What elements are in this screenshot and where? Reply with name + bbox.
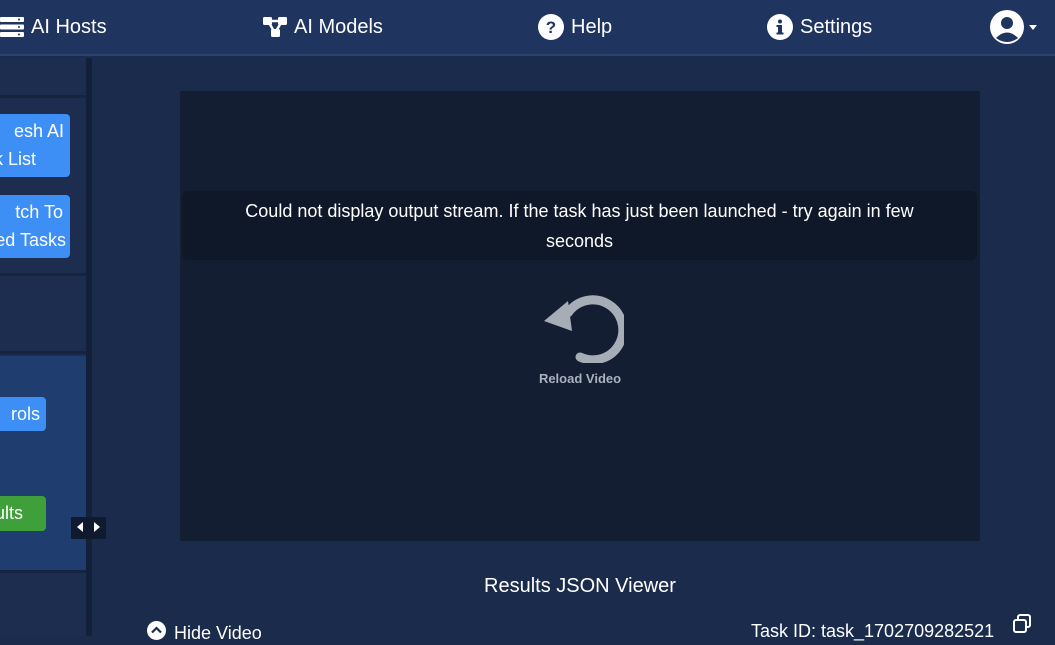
controls-button[interactable]: rols — [0, 397, 46, 431]
reload-icon — [538, 291, 628, 368]
user-menu[interactable] — [990, 0, 1038, 54]
switch-tasks-button[interactable]: tch To ed Tasks — [0, 195, 70, 258]
svg-text:?: ? — [546, 18, 556, 37]
nav-help[interactable]: ? Help — [538, 0, 612, 54]
results-button-label: ults — [0, 503, 23, 523]
chevron-up-circle-icon — [147, 621, 166, 645]
nav-settings[interactable]: Settings — [767, 0, 872, 54]
user-avatar-icon — [990, 10, 1024, 44]
panel-divider — [86, 58, 92, 636]
hide-video-label: Hide Video — [174, 622, 262, 643]
video-output-panel: Could not display output stream. If the … — [180, 91, 980, 541]
reload-video-label: Reload Video — [538, 371, 622, 386]
arrow-right-icon — [93, 519, 101, 537]
nav-ai-hosts[interactable]: AI Hosts — [0, 0, 107, 54]
switch-button-line2: ed Tasks — [0, 230, 66, 250]
network-icon — [263, 16, 287, 38]
nav-ai-models-label: AI Models — [294, 15, 383, 38]
sidebar-separator — [0, 570, 86, 573]
info-circle-icon — [767, 14, 793, 40]
stream-error-text: Could not display output stream. If the … — [245, 200, 914, 251]
nav-settings-label: Settings — [800, 15, 873, 38]
sidebar-separator — [0, 95, 86, 98]
results-button[interactable]: ults — [0, 496, 46, 531]
caret-down-icon — [1028, 23, 1038, 31]
arrow-left-icon — [76, 519, 84, 537]
nav-ai-hosts-label: AI Hosts — [31, 15, 107, 38]
results-json-viewer-title: Results JSON Viewer — [484, 575, 676, 597]
copy-icon — [1012, 614, 1032, 638]
hide-video-toggle[interactable]: Hide Video — [147, 621, 262, 645]
nav-ai-models[interactable]: AI Models — [263, 0, 383, 54]
copy-task-id-button[interactable] — [1012, 614, 1032, 639]
sidebar-separator — [0, 273, 86, 276]
controls-button-label: rols — [10, 404, 40, 424]
refresh-task-list-button[interactable]: esh AI k List — [0, 114, 70, 177]
question-circle-icon: ? — [538, 14, 564, 40]
stream-error-message: Could not display output stream. If the … — [182, 191, 977, 260]
nav-help-label: Help — [571, 15, 613, 38]
switch-button-line1: tch To — [15, 202, 63, 222]
task-id-text: Task ID: task_1702709282521 — [751, 621, 995, 641]
refresh-button-line2: k List — [0, 149, 36, 169]
server-icon — [0, 16, 24, 38]
refresh-button-line1: esh AI — [13, 121, 64, 141]
reload-video-button[interactable]: Reload Video — [520, 289, 640, 389]
resize-handle[interactable] — [71, 517, 106, 539]
sidebar-separator — [0, 351, 86, 354]
top-navbar: AI Hosts AI Models ? Help Settings — [0, 0, 1055, 56]
left-sidebar: esh AI k List tch To ed Tasks rols ults — [0, 58, 86, 636]
